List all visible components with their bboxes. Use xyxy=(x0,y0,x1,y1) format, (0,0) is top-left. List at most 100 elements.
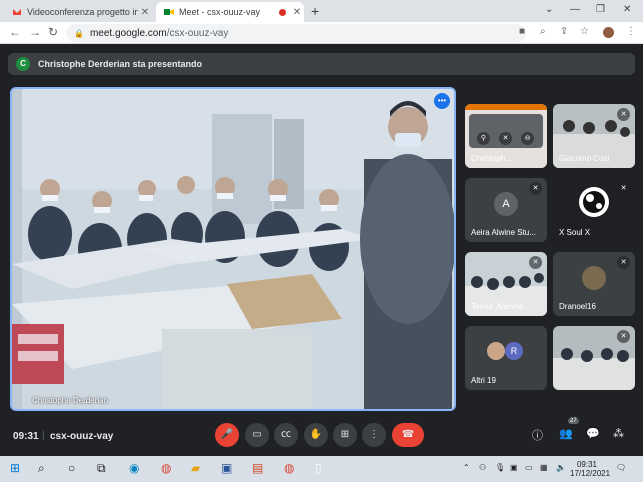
meet-window: C Christophe Derderian sta presentando •… xyxy=(0,45,643,456)
end-call-button[interactable]: ☎ xyxy=(392,423,424,447)
people-icon[interactable]: 👥 xyxy=(559,427,573,440)
share-icon[interactable]: ⇪ xyxy=(560,26,568,37)
participants-badge: 27 xyxy=(568,418,579,424)
presenter-banner-text: Christophe Derderian sta presentando xyxy=(38,59,203,69)
participant-tile[interactable]: ✕ X Soul X xyxy=(553,178,635,242)
browser-tab-bar: Videoconferenza progetto interc ✕ Meet -… xyxy=(0,0,643,22)
tray-app-icon[interactable]: ▣ xyxy=(510,463,518,472)
task-view-icon[interactable]: ⧉ xyxy=(97,461,106,476)
windows-start-icon[interactable]: ⊞ xyxy=(10,461,20,475)
speaking-indicator-icon: ••• xyxy=(434,93,450,109)
participant-avatar-image xyxy=(582,266,606,290)
raise-hand-icon[interactable]: ✋ xyxy=(304,423,328,447)
camera-icon[interactable]: ■ xyxy=(519,26,525,37)
minimize-icon[interactable]: — xyxy=(570,4,580,15)
edge-icon[interactable]: ◉ xyxy=(129,461,139,475)
info-icon[interactable]: ⓘ xyxy=(532,427,543,443)
acrobat-icon[interactable]: ▤ xyxy=(252,461,263,475)
tab-title: Videoconferenza progetto interc xyxy=(27,7,138,17)
menu-icon[interactable]: ⋮ xyxy=(626,26,636,37)
forward-icon[interactable]: → xyxy=(29,25,41,39)
system-clock[interactable]: 09:31 17/12/2021 xyxy=(570,460,611,478)
mic-off-icon: ✕ xyxy=(617,330,630,343)
mic-off-icon: ✕ xyxy=(617,108,630,121)
participant-tile[interactable]: ⚲ ✕ ⊖ Christoph... xyxy=(465,104,547,168)
main-video[interactable]: ••• Christophe Derderian xyxy=(10,87,456,411)
new-tab-icon[interactable]: + xyxy=(311,3,319,19)
others-tile[interactable]: R Altri 19 xyxy=(465,326,547,390)
back-icon[interactable]: ← xyxy=(9,25,21,39)
windows-taskbar: ⊞ ⌕ ○ ⧉ ◉ ◍ ▰ ▣ ▤ ◍ ▯ ⌃ ⚇ 🎙 ▣ ▭ ▦ 🔈 09:3… xyxy=(0,456,643,482)
participant-name: Christoph... xyxy=(471,154,512,163)
captions-icon[interactable]: ㏄ xyxy=(274,423,298,447)
mic-off-icon: ✕ xyxy=(529,256,542,269)
mic-tray-icon[interactable]: 🎙 xyxy=(495,463,505,472)
participant-avatar-image xyxy=(487,342,505,360)
pin-icon[interactable]: ⚲ xyxy=(477,132,490,145)
word-icon[interactable]: ▣ xyxy=(221,461,232,475)
cortana-icon[interactable]: ○ xyxy=(68,461,75,475)
remove-icon[interactable]: ⊖ xyxy=(521,132,534,145)
tab-search-icon[interactable]: ⌄ xyxy=(545,4,553,15)
participant-name: Dranoel16 xyxy=(559,302,596,311)
document-icon[interactable]: ▯ xyxy=(315,461,322,475)
close-window-icon[interactable]: ✕ xyxy=(623,4,631,15)
participant-tile[interactable]: A ✕ Aeira Alwine Stu... xyxy=(465,178,547,242)
participant-name: Aeira Alwine Stu... xyxy=(471,228,536,237)
meet-icon xyxy=(164,7,174,17)
participant-tile[interactable]: ✕ Temur Jvarshe... xyxy=(465,252,547,316)
classroom-video xyxy=(12,89,454,409)
participant-tile[interactable]: ✕ Giacomo Cosi xyxy=(553,104,635,168)
camera-toggle-icon[interactable]: ▭ xyxy=(245,423,269,447)
close-tab-icon[interactable]: ✕ xyxy=(138,7,152,18)
reload-icon[interactable]: ↻ xyxy=(48,25,58,39)
profile-avatar[interactable] xyxy=(603,27,614,38)
presentation-banner: C Christophe Derderian sta presentando xyxy=(8,53,635,75)
restore-icon[interactable]: ❐ xyxy=(596,4,605,15)
close-tab-icon[interactable]: ✕ xyxy=(290,7,304,18)
participant-avatar: R xyxy=(505,342,523,360)
participant-tile[interactable]: ✕ xyxy=(553,326,635,390)
recording-icon xyxy=(279,8,286,16)
participant-name: Temur Jvarshe... xyxy=(471,302,531,311)
main-video-name: Christophe Derderian xyxy=(32,396,109,405)
zoom-icon[interactable]: ⌕ xyxy=(540,26,546,37)
meeting-clock: 09:31 xyxy=(13,431,39,442)
chrome-icon[interactable]: ◍ xyxy=(161,461,171,475)
present-icon[interactable]: ⊞ xyxy=(333,423,357,447)
tab-title: Meet - csx-ouuz-vay xyxy=(179,7,261,17)
activities-icon[interactable]: ⁂ xyxy=(613,427,624,440)
gmail-icon xyxy=(12,7,22,17)
notifications-icon[interactable]: 🗨 xyxy=(616,463,626,472)
tray-chevron-icon[interactable]: ⌃ xyxy=(463,463,470,472)
chrome-active-icon[interactable]: ◍ xyxy=(284,461,294,475)
taskbar-date: 17/12/2021 xyxy=(570,469,611,478)
chat-icon[interactable]: 💬 xyxy=(586,427,600,440)
tab-gmail[interactable]: Videoconferenza progetto interc ✕ xyxy=(4,2,152,22)
url-path: /csx-ouuz-vay xyxy=(166,27,229,39)
mic-off-icon[interactable]: ✕ xyxy=(499,132,512,145)
volume-icon[interactable]: 🔈 xyxy=(556,463,566,472)
separator: | xyxy=(42,430,45,441)
more-options-icon[interactable]: ⋮ xyxy=(362,423,386,447)
search-icon[interactable]: ⌕ xyxy=(38,461,45,476)
mic-toggle-icon[interactable]: 🎤 xyxy=(215,423,239,447)
people-tray-icon[interactable]: ⚇ xyxy=(479,463,486,472)
lock-icon: 🔒 xyxy=(74,28,84,38)
network-icon[interactable]: ▦ xyxy=(540,463,548,472)
presenter-avatar: C xyxy=(16,57,30,71)
url-input[interactable]: 🔒 meet.google.com/csx-ouuz-vay xyxy=(66,24,526,42)
address-bar: ← → ↻ 🔒 meet.google.com/csx-ouuz-vay ■ ⌕… xyxy=(0,22,643,44)
bookmark-star-icon[interactable]: ☆ xyxy=(580,26,589,37)
participant-name: Giacomo Cosi xyxy=(559,154,610,163)
others-count: Altri 19 xyxy=(471,376,496,385)
taskbar-time: 09:31 xyxy=(576,460,598,469)
url-host: meet.google.com xyxy=(89,27,167,39)
participant-tile[interactable]: ✕ Dranoel16 xyxy=(553,252,635,316)
meeting-code: csx-ouuz-vay xyxy=(50,431,114,442)
mic-off-icon: ✕ xyxy=(617,256,630,269)
mic-off-icon: ✕ xyxy=(617,182,630,195)
battery-icon[interactable]: ▭ xyxy=(525,463,533,472)
file-explorer-icon[interactable]: ▰ xyxy=(191,461,200,475)
tab-meet[interactable]: Meet - csx-ouuz-vay ✕ xyxy=(156,2,304,22)
